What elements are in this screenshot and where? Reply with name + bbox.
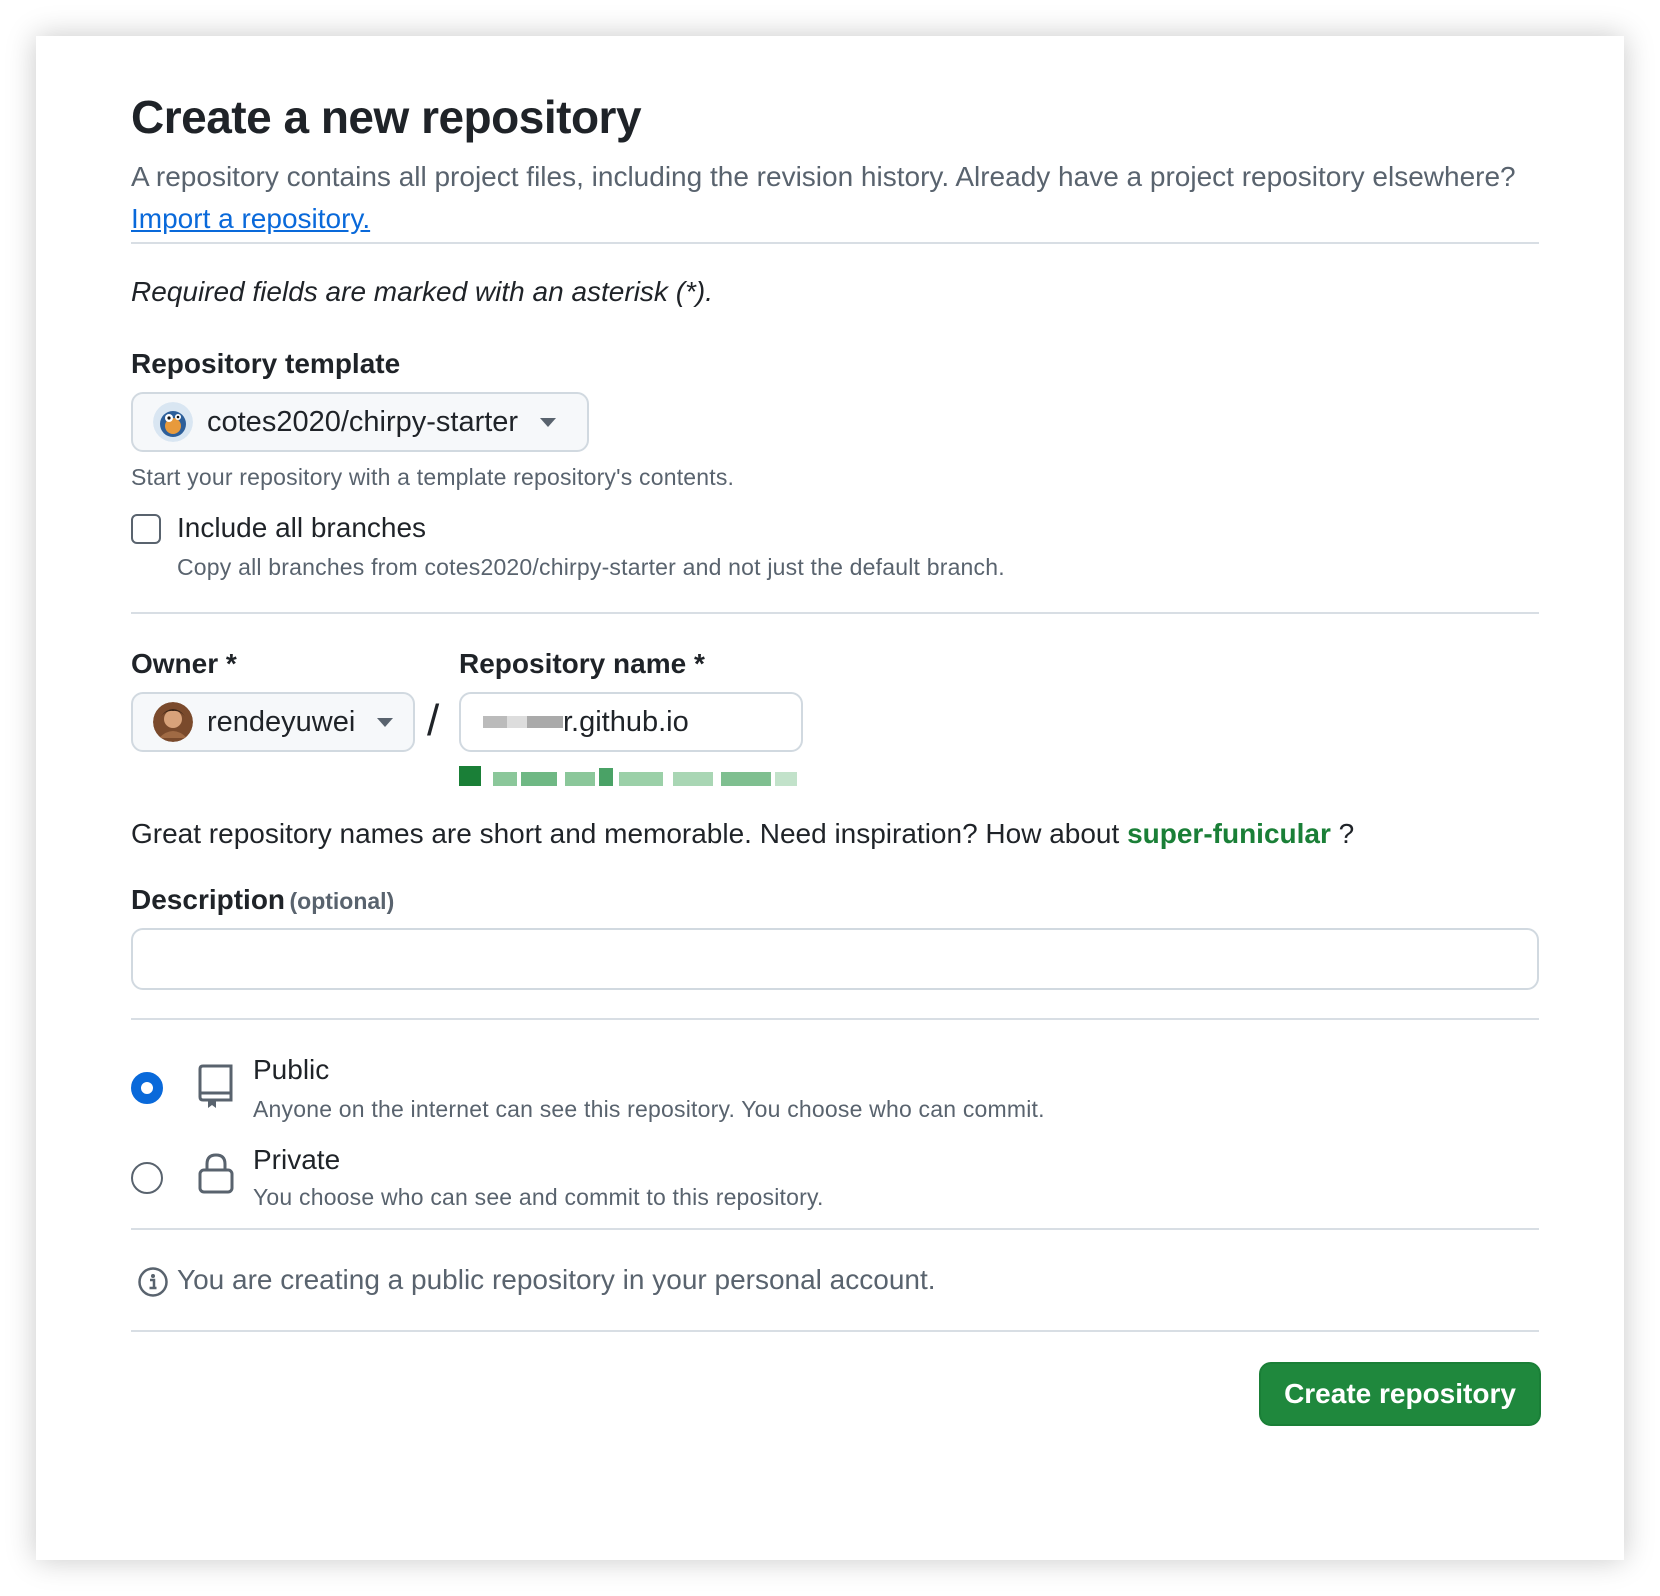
description-label: Description xyxy=(131,884,286,915)
import-repository-link[interactable]: Import a repository. xyxy=(131,203,370,234)
public-title: Public xyxy=(253,1054,330,1085)
redacted-text xyxy=(483,716,563,728)
visibility-private-radio[interactable] xyxy=(131,1162,163,1194)
repo-name-label: Repository name * xyxy=(459,648,705,679)
template-select-button[interactable]: cotes2020/chirpy-starter xyxy=(131,392,589,452)
info-icon xyxy=(138,1267,168,1297)
public-repo-info-note: You are creating a public repository in … xyxy=(177,1264,936,1295)
availability-message-redacted xyxy=(459,764,799,788)
description-label-row: Description (optional) xyxy=(131,884,394,916)
description-input[interactable] xyxy=(131,928,1539,990)
create-repository-card: Create a new repository A repository con… xyxy=(36,36,1624,1560)
visibility-public-radio[interactable] xyxy=(131,1072,163,1104)
suggestion-suffix: ? xyxy=(1338,818,1355,849)
template-help: Start your repository with a template re… xyxy=(131,464,735,490)
owner-select-button[interactable]: rendeyuwei xyxy=(131,692,415,752)
chevron-down-icon xyxy=(540,417,557,427)
divider xyxy=(131,1330,1539,1332)
owner-label: Owner * xyxy=(131,648,237,679)
page-subtitle: A repository contains all project files,… xyxy=(131,156,1531,240)
private-desc: You choose who can see and commit to thi… xyxy=(253,1184,824,1210)
public-desc: Anyone on the internet can see this repo… xyxy=(253,1096,1045,1122)
page-title: Create a new repository xyxy=(131,91,642,143)
required-fields-note: Required fields are marked with an aster… xyxy=(131,276,714,307)
template-avatar xyxy=(153,402,193,442)
description-optional: (optional) xyxy=(289,888,395,914)
repo-name-value: r.github.io xyxy=(563,705,689,738)
repo-icon xyxy=(198,1064,233,1108)
private-title: Private xyxy=(253,1144,341,1175)
divider xyxy=(131,612,1539,614)
owner-selected-value: rendeyuwei xyxy=(207,705,356,738)
template-selected-value: cotes2020/chirpy-starter xyxy=(207,405,519,438)
repo-name-input[interactable]: r.github.io xyxy=(459,692,803,752)
include-branches-checkbox[interactable] xyxy=(131,514,161,544)
lock-icon xyxy=(198,1153,234,1194)
include-branches-help: Copy all branches from cotes2020/chirpy-… xyxy=(177,554,1005,580)
chevron-down-icon xyxy=(377,717,394,727)
divider xyxy=(131,1228,1539,1230)
suggestion-text: Great repository names are short and mem… xyxy=(131,818,1120,849)
owner-avatar xyxy=(153,702,193,742)
divider xyxy=(131,1018,1539,1020)
subtitle-text: A repository contains all project files,… xyxy=(131,161,1516,192)
include-branches-label: Include all branches xyxy=(177,512,427,543)
divider xyxy=(131,242,1539,244)
template-label: Repository template xyxy=(131,348,401,379)
create-repository-button[interactable]: Create repository xyxy=(1259,1362,1541,1426)
suggested-name-link[interactable]: super-funicular xyxy=(1127,818,1331,849)
owner-name-separator: / xyxy=(427,696,440,745)
name-suggestion: Great repository names are short and mem… xyxy=(131,818,1354,850)
